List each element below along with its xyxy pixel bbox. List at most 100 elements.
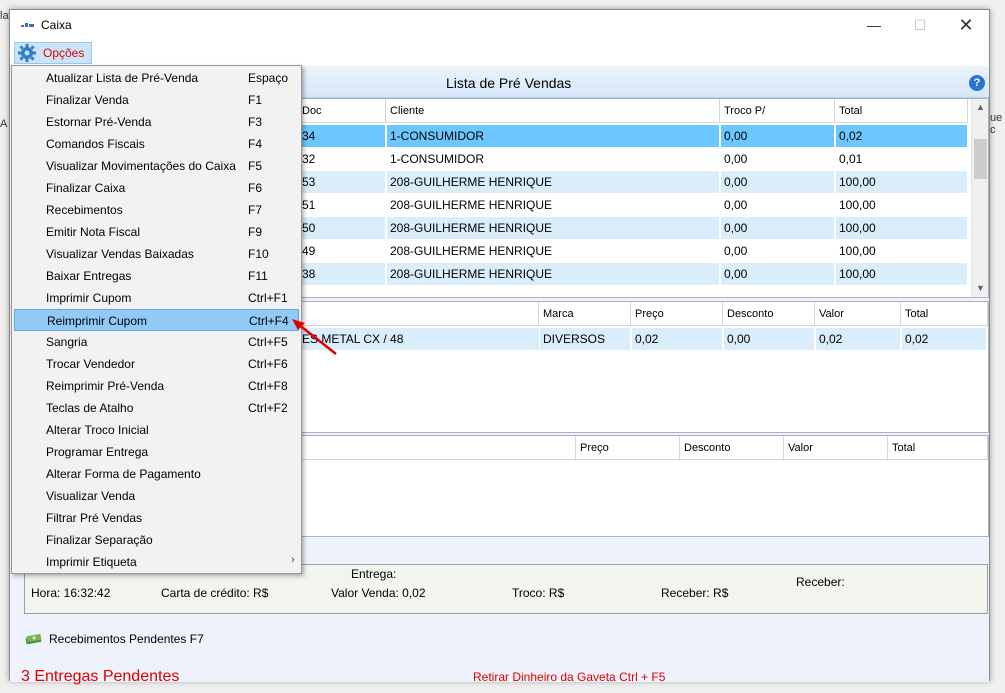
- column-header-marca[interactable]: Marca: [539, 302, 631, 326]
- column-header-cliente[interactable]: Cliente: [386, 99, 720, 123]
- presales-scrollbar[interactable]: ▲ ▼: [971, 99, 988, 297]
- entrega-label: Entrega:: [351, 567, 397, 581]
- cell-desconto: 0,00: [724, 328, 814, 350]
- menu-item-shortcut: F3: [248, 115, 263, 129]
- receber-rs-label: Receber: R$: [661, 586, 729, 600]
- close-button[interactable]: ✕: [943, 10, 989, 40]
- window-title: Caixa: [41, 18, 72, 32]
- menu-item[interactable]: Reimprimir Cupom Ctrl+F4: [14, 309, 299, 331]
- menu-item[interactable]: Teclas de Atalho Ctrl+F2: [14, 397, 299, 419]
- column-header-total[interactable]: Total: [835, 99, 968, 123]
- list-title: Lista de Pré Vendas: [446, 75, 572, 91]
- menu-item[interactable]: Reimprimir Pré-Venda Ctrl+F8: [14, 375, 299, 397]
- menu-item[interactable]: Comandos Fiscais F4: [14, 133, 299, 155]
- menu-item-shortcut: F9: [248, 225, 263, 239]
- menu-item[interactable]: Finalizar Separação: [14, 529, 299, 551]
- menu-item-label: Reimprimir Cupom: [47, 314, 148, 328]
- menu-item-shortcut: Espaço: [248, 71, 289, 85]
- cell-total: 0,02: [836, 125, 967, 147]
- menu-item-shortcut: Ctrl+F8: [248, 379, 288, 393]
- cell-valor: 0,02: [816, 328, 900, 350]
- cell-preco: 0,02: [632, 328, 722, 350]
- menu-item-shortcut: Ctrl+F1: [248, 291, 288, 305]
- menu-item-shortcut: Ctrl+F4: [249, 314, 289, 328]
- hora-label: Hora: 16:32:42: [31, 586, 111, 600]
- menu-item[interactable]: Alterar Troco Inicial: [14, 419, 299, 441]
- cell-total: 100,00: [836, 263, 967, 285]
- menu-item[interactable]: Atualizar Lista de Pré-Venda Espaço: [14, 67, 299, 89]
- menu-item-label: Emitir Nota Fiscal: [46, 225, 141, 239]
- menu-item[interactable]: Recebimentos F7: [14, 199, 299, 221]
- receber-label: Receber:: [796, 575, 845, 589]
- menu-item[interactable]: Filtrar Pré Vendas: [14, 507, 299, 529]
- menu-item[interactable]: Finalizar Caixa F6: [14, 177, 299, 199]
- menu-item-shortcut: F6: [248, 181, 263, 195]
- menu-item-shortcut: Ctrl+F5: [248, 335, 288, 349]
- menu-item-label: Imprimir Cupom: [46, 291, 132, 305]
- scroll-thumb[interactable]: [974, 139, 987, 179]
- minimize-button[interactable]: —: [851, 10, 897, 40]
- cell-troco: 0,00: [721, 125, 834, 147]
- menu-item[interactable]: Programar Entrega: [14, 441, 299, 463]
- gear-icon: [18, 44, 36, 62]
- cell-troco: 0,00: [721, 263, 834, 285]
- menu-item-shortcut: F10: [248, 247, 269, 261]
- menu-item-label: Imprimir Etiqueta: [46, 555, 137, 569]
- menu-item-label: Visualizar Vendas Baixadas: [46, 247, 194, 261]
- menu-item-shortcut: F11: [248, 269, 268, 283]
- money-icon: [25, 633, 42, 645]
- scroll-down-icon[interactable]: ▼: [972, 280, 988, 297]
- column-header-desconto[interactable]: Desconto: [723, 302, 815, 326]
- menu-item[interactable]: Visualizar Venda: [14, 485, 299, 507]
- menu-item[interactable]: Emitir Nota Fiscal F9: [14, 221, 299, 243]
- cell-marca: DIVERSOS: [540, 328, 630, 350]
- column-header-valor[interactable]: Valor: [784, 436, 888, 460]
- menu-item[interactable]: Imprimir Etiqueta ›: [14, 551, 299, 573]
- menu-item[interactable]: Imprimir Cupom Ctrl+F1: [14, 287, 299, 309]
- menu-item-label: Finalizar Venda: [46, 93, 129, 107]
- cell-doc: 32: [302, 152, 316, 166]
- cell-total: 100,00: [839, 244, 876, 258]
- menu-item-label: Filtrar Pré Vendas: [46, 511, 143, 525]
- column-header-valor[interactable]: Valor: [815, 302, 901, 326]
- cell-cliente: 208-GUILHERME HENRIQUE: [387, 217, 719, 239]
- column-header-total[interactable]: Total: [888, 436, 988, 460]
- entregas-pendentes-link[interactable]: 3 Entregas Pendentes: [21, 668, 179, 686]
- menu-item[interactable]: Baixar Entregas F11: [14, 265, 299, 287]
- opcoes-dropdown-menu: Atualizar Lista de Pré-Venda Espaço Finali…: [11, 65, 302, 574]
- help-icon[interactable]: ?: [969, 75, 985, 91]
- column-header-preco[interactable]: Preço: [631, 302, 723, 326]
- cell-troco: 0,00: [724, 244, 748, 258]
- menu-item-label: Reimprimir Pré-Venda: [46, 379, 165, 393]
- column-header-total[interactable]: Total: [901, 302, 988, 326]
- menu-item-shortcut: Ctrl+F6: [248, 357, 288, 371]
- column-header-troco[interactable]: Troco P/: [720, 99, 835, 123]
- menu-item-label: Estornar Pré-Venda: [46, 115, 152, 129]
- menu-item[interactable]: Alterar Forma de Pagamento: [14, 463, 299, 485]
- menu-item[interactable]: Sangria Ctrl+F5: [14, 331, 299, 353]
- menu-item-label: Trocar Vendedor: [46, 357, 135, 371]
- recebimentos-pendentes-label: Recebimentos Pendentes F7: [49, 632, 204, 646]
- cell-doc: 38: [299, 263, 385, 285]
- menu-item-label: Comandos Fiscais: [46, 137, 145, 151]
- cell-total: 0,01: [839, 152, 863, 166]
- column-header-desconto[interactable]: Desconto: [680, 436, 784, 460]
- recebimentos-pendentes-link[interactable]: Recebimentos Pendentes F7: [25, 632, 204, 646]
- cell-cliente: 1-CONSUMIDOR: [387, 125, 719, 147]
- menu-item-shortcut: F4: [248, 137, 263, 151]
- menu-item[interactable]: Visualizar Vendas Baixadas F10: [14, 243, 299, 265]
- menu-item[interactable]: Trocar Vendedor Ctrl+F6: [14, 353, 299, 375]
- menu-item[interactable]: Estornar Pré-Venda F3: [14, 111, 299, 133]
- menu-item-label: Atualizar Lista de Pré-Venda: [46, 71, 199, 85]
- menu-item[interactable]: Visualizar Movimentações do Caixa F5: [14, 155, 299, 177]
- maximize-button[interactable]: ☐: [897, 10, 943, 40]
- column-header-preco[interactable]: Preço: [576, 436, 680, 460]
- menu-item[interactable]: Finalizar Venda F1: [14, 89, 299, 111]
- menu-item-shortcut: Ctrl+F2: [248, 401, 288, 415]
- valor-venda-label: Valor Venda: 0,02: [331, 586, 426, 600]
- scroll-up-icon[interactable]: ▲: [972, 99, 988, 116]
- menu-item-label: Baixar Entregas: [46, 269, 132, 283]
- menu-opcoes[interactable]: Opções: [14, 42, 92, 64]
- cell-doc: 49: [302, 244, 316, 258]
- cell-cliente: 208-GUILHERME HENRIQUE: [390, 244, 553, 258]
